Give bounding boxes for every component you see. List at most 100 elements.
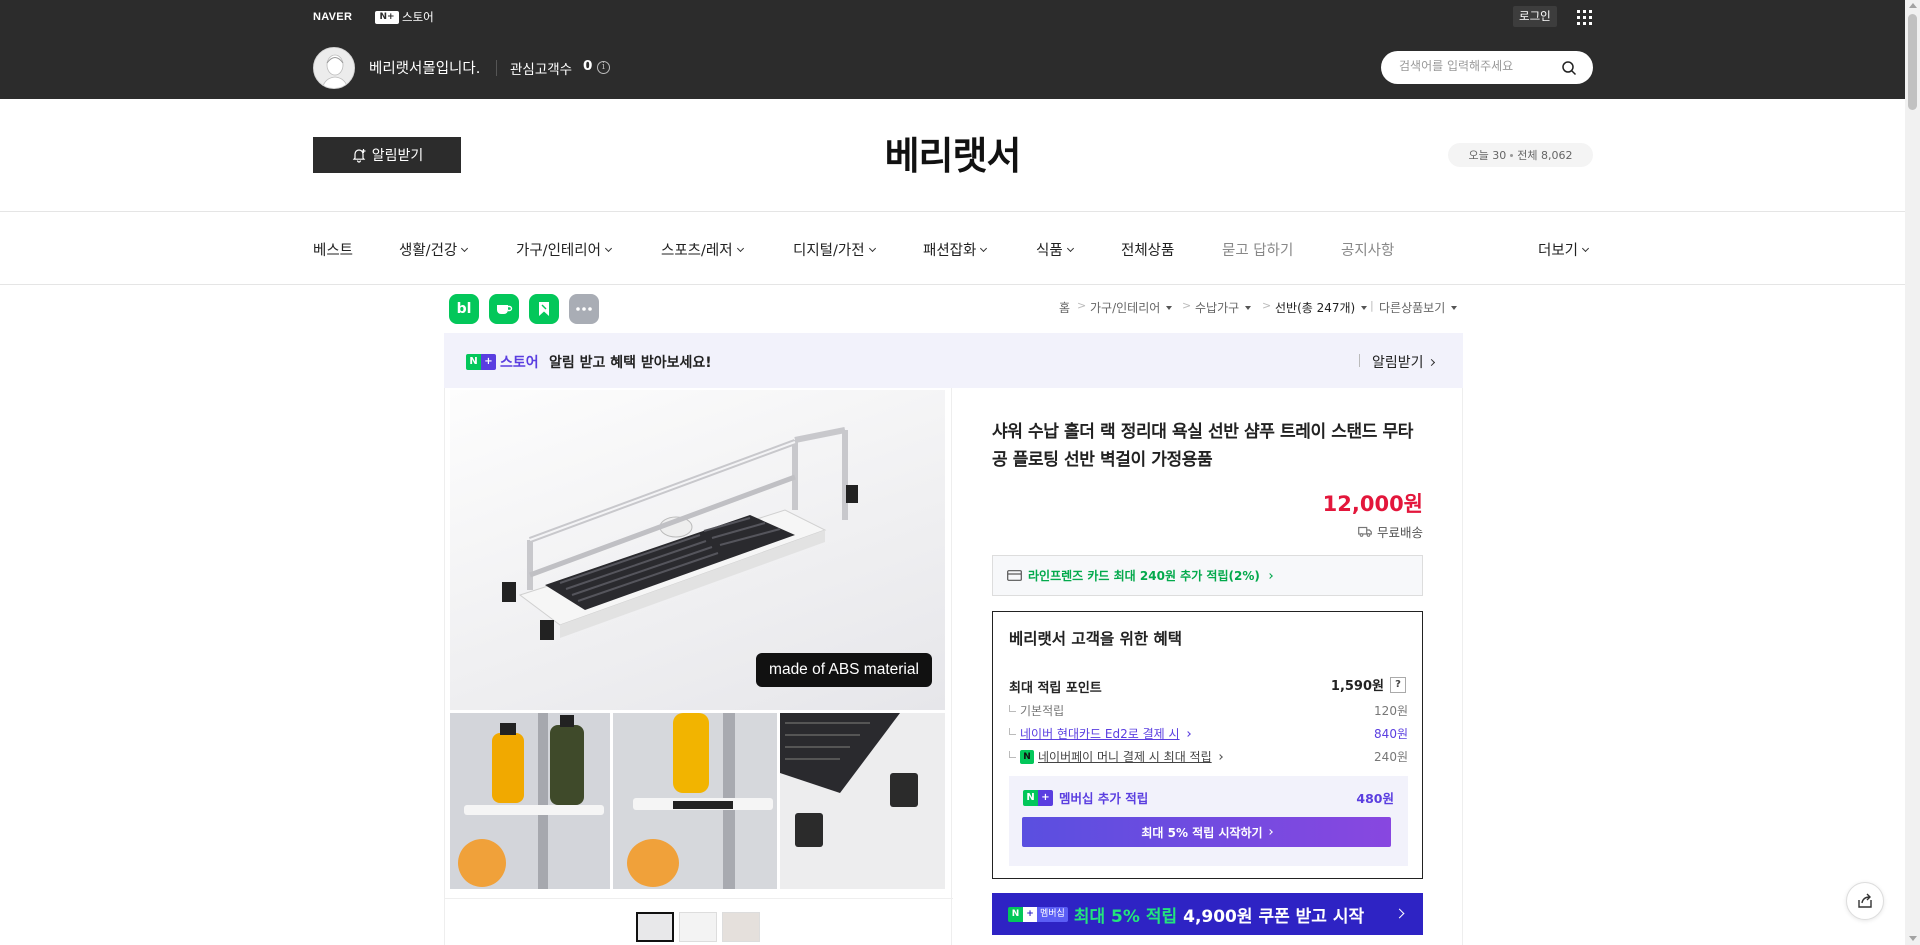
divider <box>445 898 953 899</box>
thumbnail[interactable] <box>636 912 674 942</box>
basic-points-row: 기본적립 120원 <box>1009 702 1408 720</box>
fav-customers-count: 0 <box>583 58 593 74</box>
max-points: 1,590원 ? <box>1331 675 1406 694</box>
visitor-count: 오늘 30 전체 8,062 <box>1448 143 1593 167</box>
header-divider <box>0 211 1905 212</box>
chevron-right-icon <box>1216 753 1223 760</box>
product-image-panel: made of ABS material <box>444 388 953 945</box>
card-points-link[interactable]: 네이버 현대카드 Ed2로 결제 시 <box>1020 725 1180 742</box>
nav-food[interactable]: 식품 <box>1036 239 1074 260</box>
caret-down-icon <box>1451 305 1458 310</box>
credit-card-icon <box>1007 570 1022 581</box>
visit-today: 오늘 30 <box>1468 149 1507 162</box>
other-products-dropdown[interactable]: 다른상품보기 <box>1379 299 1458 316</box>
caret-down-icon <box>1166 305 1173 310</box>
promo-alarm-link[interactable]: 알림받기 <box>1372 352 1435 372</box>
basic-points-value: 120원 <box>1374 704 1408 718</box>
product-price: 12,000원 <box>1322 492 1423 516</box>
nav-sports[interactable]: 스포츠/레저 <box>661 239 744 260</box>
product-detail-image[interactable] <box>613 713 777 889</box>
chevron-down-icon <box>868 244 876 252</box>
nav-living-health[interactable]: 생활/건강 <box>399 239 469 260</box>
membership-label: N + 멤버십 추가 적립 <box>1023 788 1148 807</box>
nplus-store-link[interactable]: N+ 스토어 <box>375 9 434 25</box>
scrollbar[interactable] <box>1905 0 1920 945</box>
breadcrumb-home[interactable]: 홈 <box>1059 299 1070 316</box>
thumbnail-strip <box>636 912 760 942</box>
nav-fashion[interactable]: 패션잡화 <box>923 239 988 260</box>
card-offer-link[interactable]: 라인프렌즈 카드 최대 240원 추가 적립(2%) <box>992 555 1423 596</box>
scroll-down-arrow-icon[interactable] <box>1909 936 1917 941</box>
login-button[interactable]: 로그인 <box>1513 6 1557 27</box>
membership-value: 480원 <box>1356 791 1394 806</box>
caret-down-icon <box>1361 305 1368 310</box>
promo-store-label: 스토어 <box>500 355 539 371</box>
nplus-badge-icon: N + <box>1023 789 1053 806</box>
benefits-box: 베리랫서 고객을 위한 혜택 최대 적립 포인트 1,590원 ? 기본적립 1… <box>992 611 1423 879</box>
help-icon[interactable]: ? <box>1390 676 1406 693</box>
breadcrumb-separator: > <box>1182 299 1192 312</box>
nav-furniture[interactable]: 가구/인테리어 <box>516 239 612 260</box>
product-main-image[interactable]: made of ABS material <box>450 390 945 710</box>
membership-label-text: 멤버십 추가 적립 <box>1059 791 1149 806</box>
breadcrumb-storage[interactable]: 수납가구 <box>1195 299 1252 316</box>
membership-coupon-banner[interactable]: N + 멤버십 최대 5% 적립 4,900원 쿠폰 받고 시작 <box>992 893 1423 935</box>
blog-icon-label: bl <box>456 301 472 317</box>
product-detail-image[interactable] <box>450 713 610 889</box>
breadcrumb-separator: > <box>1262 299 1272 312</box>
band-icon[interactable] <box>529 294 559 324</box>
blog-icon[interactable]: bl <box>449 294 479 324</box>
thumbnail[interactable] <box>722 912 760 942</box>
share-button[interactable] <box>1846 882 1884 920</box>
chevron-down-icon <box>1066 244 1074 252</box>
fav-customers-label: 관심고객수 <box>510 62 573 78</box>
bottle-hook-illustration <box>613 713 777 889</box>
caret-down-icon <box>1245 305 1252 310</box>
nav-qna[interactable]: 묻고 답하기 <box>1222 239 1293 260</box>
nav-digital[interactable]: 디지털/가전 <box>793 239 876 260</box>
banner-highlight: 최대 5% 적립 <box>1073 906 1178 927</box>
pay-points-link[interactable]: 네이버페이 머니 결제 시 최대 적립 <box>1038 748 1212 765</box>
search-icon[interactable] <box>1561 60 1577 76</box>
membership-box: N + 멤버십 추가 적립 480원 최대 5% 적립 시작하기 <box>1009 776 1408 866</box>
breadcrumb-separator: > <box>1077 299 1087 312</box>
breadcrumb-furniture[interactable]: 가구/인테리어 <box>1090 299 1173 316</box>
max-points-label: 최대 적립 포인트 <box>1009 681 1102 696</box>
product-title: 샤워 수납 홀더 랙 정리대 욕실 선반 샴푸 트레이 스탠드 무타공 플로팅 … <box>992 422 1413 470</box>
store-alarm-banner[interactable]: N + 스토어 알림 받고 혜택 받아보세요! 알림받기 <box>444 333 1463 388</box>
material-caption: made of ABS material <box>756 653 932 687</box>
cafe-icon[interactable] <box>489 294 519 324</box>
pay-points-row: N 네이버페이 머니 결제 시 최대 적립 240원 <box>1009 748 1408 766</box>
product-info-panel: 샤워 수납 홀더 랙 정리대 욕실 선반 샴푸 트레이 스탠드 무타공 플로팅 … <box>952 388 1463 945</box>
store-avatar[interactable] <box>313 47 355 89</box>
basic-points-label: 기본적립 <box>1020 704 1065 718</box>
nav-notice[interactable]: 공지사항 <box>1341 239 1394 260</box>
breadcrumb-separator: | <box>1370 299 1374 312</box>
scroll-up-arrow-icon[interactable] <box>1909 3 1917 8</box>
nav-all-products[interactable]: 전체상품 <box>1121 239 1174 260</box>
card-points-row: 네이버 현대카드 Ed2로 결제 시 840원 <box>1009 725 1408 743</box>
chevron-right-icon <box>1427 358 1435 366</box>
naver-logo[interactable]: NAVER <box>313 11 352 23</box>
more-icon[interactable] <box>569 294 599 324</box>
product-detail-image[interactable] <box>780 713 945 889</box>
membership-start-button[interactable]: 최대 5% 적립 시작하기 <box>1022 817 1391 847</box>
nav-more[interactable]: 더보기 <box>1538 239 1590 260</box>
clamp-closeup-illustration <box>780 713 945 889</box>
max-points-value: 1,590원 <box>1330 679 1384 694</box>
search-input[interactable] <box>1399 59 1559 73</box>
membership-start-label: 최대 5% 적립 시작하기 <box>1141 825 1263 840</box>
store-title[interactable]: 베리랫서 <box>0 125 1905 180</box>
apps-grid-icon[interactable] <box>1577 10 1592 25</box>
breadcrumb-shelf[interactable]: 선반(총 247개) <box>1275 299 1368 316</box>
scroll-thumb[interactable] <box>1908 14 1917 110</box>
thumbnail[interactable] <box>679 912 717 942</box>
pay-points-value: 240원 <box>1374 750 1408 764</box>
card-points-value: 840원 <box>1374 727 1408 741</box>
info-icon[interactable]: i <box>597 61 610 74</box>
chevron-right-icon <box>1184 730 1191 737</box>
truck-icon <box>1358 526 1372 537</box>
nav-best[interactable]: 베스트 <box>313 239 353 260</box>
store-name[interactable]: 베리랫서몰입니다. <box>369 57 480 78</box>
nplus-store-logo: N + 스토어 <box>466 352 539 372</box>
